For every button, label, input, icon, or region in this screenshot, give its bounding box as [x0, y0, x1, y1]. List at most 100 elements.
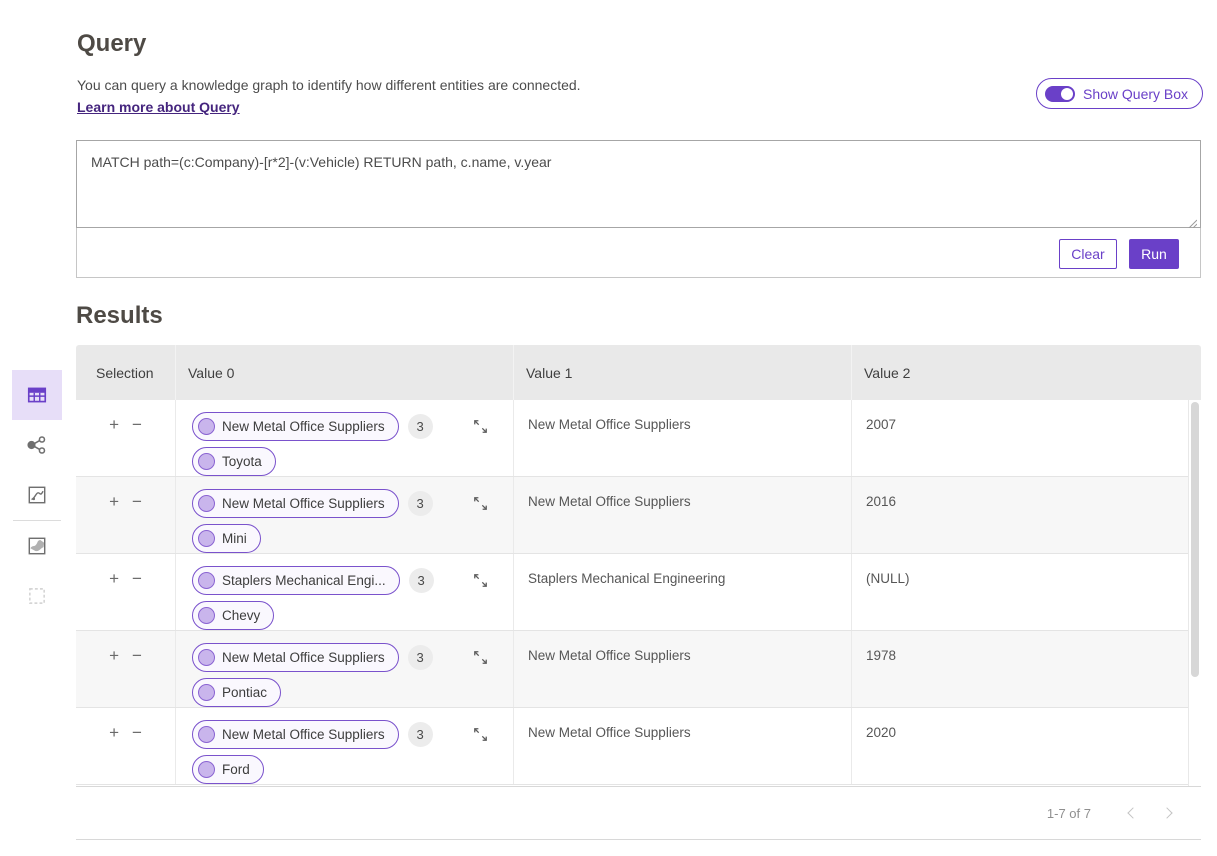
query-input[interactable]: MATCH path=(c:Company)-[r*2]-(v:Vehicle)… — [76, 140, 1201, 228]
new-view-button[interactable] — [12, 571, 62, 621]
query-editor-panel: MATCH path=(c:Company)-[r*2]-(v:Vehicle)… — [76, 140, 1201, 278]
new-view-icon — [26, 585, 48, 607]
map-view-button[interactable] — [12, 521, 62, 571]
link-chart-view-button[interactable] — [12, 420, 62, 470]
entity-pill-label: Staplers Mechanical Engi... — [222, 573, 386, 588]
toggle-switch-icon[interactable] — [1045, 86, 1075, 102]
table-view-button[interactable] — [12, 370, 62, 420]
path-count-badge: 3 — [408, 722, 433, 747]
column-header-value0: Value 0 — [176, 345, 514, 400]
value2-cell: 2020 — [852, 708, 1188, 784]
entity-pill-label: Toyota — [222, 454, 262, 469]
entity-pill-label: Ford — [222, 762, 250, 777]
entity-pill[interactable]: New Metal Office Suppliers — [192, 489, 399, 518]
entity-dot-icon — [198, 726, 215, 743]
expand-icon[interactable] — [472, 418, 489, 435]
entity-pill-label: Pontiac — [222, 685, 267, 700]
entity-dot-icon — [198, 418, 215, 435]
entity-pill-label: New Metal Office Suppliers — [222, 650, 385, 665]
add-selection-button[interactable]: + — [109, 724, 119, 741]
entity-pill[interactable]: Mini — [192, 524, 261, 553]
pagination-range-label: 1-7 of 7 — [1047, 806, 1091, 821]
add-selection-button[interactable]: + — [109, 647, 119, 664]
path-count-badge: 3 — [408, 414, 433, 439]
entity-dot-icon — [198, 530, 215, 547]
pagination-next-button[interactable] — [1155, 801, 1179, 825]
run-button[interactable]: Run — [1129, 239, 1179, 269]
table-footer: 1-7 of 7 — [76, 786, 1201, 840]
entity-pill[interactable]: New Metal Office Suppliers — [192, 720, 399, 749]
clear-button[interactable]: Clear — [1059, 239, 1117, 269]
expand-icon[interactable] — [472, 572, 489, 589]
entity-pill[interactable]: New Metal Office Suppliers — [192, 643, 399, 672]
chevron-left-icon — [1127, 807, 1138, 818]
entity-pill[interactable]: Toyota — [192, 447, 276, 476]
chart-view-icon — [26, 484, 48, 506]
entity-dot-icon — [198, 572, 215, 589]
remove-selection-button[interactable]: − — [132, 570, 142, 587]
view-switcher-sidebar — [12, 370, 62, 621]
table-view-icon — [26, 384, 48, 406]
entity-dot-icon — [198, 495, 215, 512]
value2-cell: 2007 — [852, 400, 1188, 476]
entity-dot-icon — [198, 649, 215, 666]
remove-selection-button[interactable]: − — [132, 416, 142, 433]
table-row: + − Staplers Mechanical Engi... 3 — [76, 554, 1188, 631]
table-row: + − New Metal Office Suppliers 3 — [76, 400, 1188, 477]
path-count-badge: 3 — [408, 491, 433, 516]
link-chart-view-icon — [26, 434, 48, 456]
entity-pill[interactable]: Ford — [192, 755, 264, 784]
table-header-row: Selection Value 0 Value 1 Value 2 — [76, 345, 1201, 400]
entity-dot-icon — [198, 453, 215, 470]
entity-dot-icon — [198, 761, 215, 778]
add-selection-button[interactable]: + — [109, 416, 119, 433]
path-count-badge: 3 — [409, 568, 434, 593]
table-scrollbar[interactable] — [1188, 400, 1201, 786]
value2-cell: 2016 — [852, 477, 1188, 553]
page-description: You can query a knowledge graph to ident… — [77, 77, 581, 93]
map-view-icon — [26, 535, 48, 557]
expand-icon[interactable] — [472, 495, 489, 512]
page-title: Query — [77, 30, 146, 58]
path-count-badge: 3 — [408, 645, 433, 670]
table-row: + − New Metal Office Suppliers 3 — [76, 631, 1188, 708]
value1-cell: Staplers Mechanical Engineering — [514, 554, 852, 630]
chart-view-button[interactable] — [12, 470, 62, 520]
toggle-label: Show Query Box — [1083, 86, 1188, 102]
value2-cell: (NULL) — [852, 554, 1188, 630]
table-body: + − New Metal Office Suppliers 3 — [76, 400, 1201, 786]
expand-icon[interactable] — [472, 649, 489, 666]
remove-selection-button[interactable]: − — [132, 647, 142, 664]
learn-more-link[interactable]: Learn more about Query — [77, 99, 240, 115]
show-query-box-toggle[interactable]: Show Query Box — [1036, 78, 1203, 109]
remove-selection-button[interactable]: − — [132, 724, 142, 741]
expand-icon[interactable] — [472, 726, 489, 743]
entity-pill-label: New Metal Office Suppliers — [222, 419, 385, 434]
table-row: + − New Metal Office Suppliers 3 — [76, 708, 1188, 785]
entity-pill-label: Mini — [222, 531, 247, 546]
value1-cell: New Metal Office Suppliers — [514, 708, 852, 784]
query-actions: Clear Run — [1059, 239, 1179, 269]
value1-cell: New Metal Office Suppliers — [514, 477, 852, 553]
chevron-right-icon — [1161, 807, 1172, 818]
value1-cell: New Metal Office Suppliers — [514, 631, 852, 707]
entity-pill-label: Chevy — [222, 608, 260, 623]
entity-pill[interactable]: Staplers Mechanical Engi... — [192, 566, 400, 595]
table-scrollbar-thumb[interactable] — [1191, 402, 1199, 677]
entity-pill[interactable]: Chevy — [192, 601, 274, 630]
results-table: Selection Value 0 Value 1 Value 2 + − — [76, 345, 1201, 840]
entity-pill[interactable]: New Metal Office Suppliers — [192, 412, 399, 441]
resize-grip-icon[interactable] — [1187, 215, 1197, 233]
pagination-prev-button[interactable] — [1121, 801, 1145, 825]
results-title: Results — [76, 302, 163, 330]
column-header-selection: Selection — [76, 345, 176, 400]
entity-pill[interactable]: Pontiac — [192, 678, 281, 707]
entity-pill-label: New Metal Office Suppliers — [222, 727, 385, 742]
add-selection-button[interactable]: + — [109, 493, 119, 510]
table-row: + − New Metal Office Suppliers 3 — [76, 477, 1188, 554]
add-selection-button[interactable]: + — [109, 570, 119, 587]
value2-cell: 1978 — [852, 631, 1188, 707]
entity-pill-label: New Metal Office Suppliers — [222, 496, 385, 511]
remove-selection-button[interactable]: − — [132, 493, 142, 510]
entity-dot-icon — [198, 607, 215, 624]
